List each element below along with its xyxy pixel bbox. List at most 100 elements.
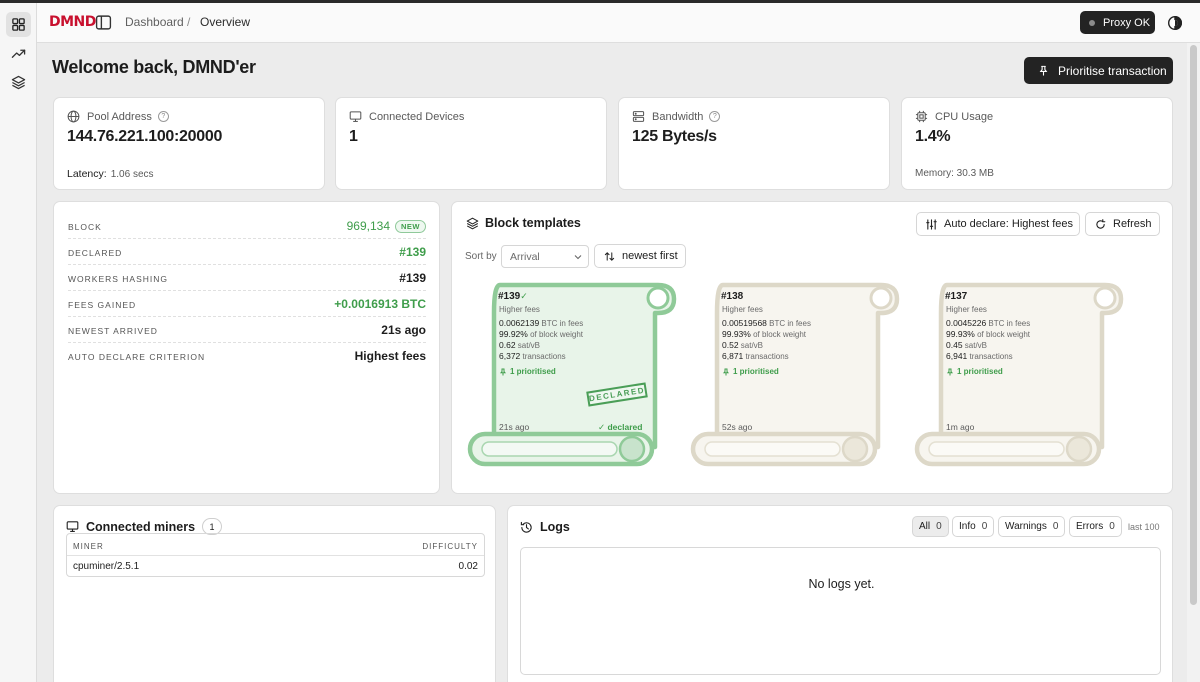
- txs-number: 6,871: [722, 351, 744, 361]
- prioritised-count: 1 prioritised: [499, 367, 556, 376]
- filter-warnings[interactable]: Warnings 0: [998, 516, 1066, 537]
- sort-select-value: Arrival: [510, 250, 540, 263]
- log-limit-label: last 100: [1128, 522, 1160, 532]
- miners-table-header: MINER DIFFICULTY: [67, 534, 484, 556]
- bandwidth-value: 125 Bytes/s: [632, 128, 717, 145]
- cpu-usage-label: CPU Usage: [935, 110, 994, 123]
- pool-address-card: Pool Address ? 144.76.221.100:20000 Late…: [53, 97, 325, 190]
- cpu-usage-value: 1.4%: [915, 128, 951, 145]
- connected-miners-card: Connected miners 1 MINER DIFFICULTY cpum…: [53, 505, 496, 682]
- block-templates-card: Block templates Auto declare: Highest fe…: [451, 201, 1173, 494]
- bandwidth-label: Bandwidth: [652, 110, 704, 123]
- prioritised-label: 1 prioritised: [733, 367, 779, 376]
- bandwidth-card: Bandwidth ? 125 Bytes/s: [618, 97, 890, 190]
- auto-declare-label: Auto declare: Highest fees: [944, 218, 1074, 230]
- prioritise-transaction-button[interactable]: Prioritise transaction: [1024, 57, 1173, 84]
- template-weight: 99.92% of block weight: [499, 329, 583, 339]
- breadcrumb-current: Overview: [200, 15, 251, 29]
- connected-devices-card: Connected Devices 1: [335, 97, 607, 190]
- globe-icon: [67, 110, 80, 123]
- block-templates-label: Block templates: [485, 216, 581, 230]
- template-id: #139✓: [498, 291, 528, 302]
- rate-number: 0.52: [722, 340, 739, 350]
- weight-number: 99.93%: [946, 329, 975, 339]
- sidebar-item-dashboard[interactable]: [6, 12, 31, 37]
- latency-label: Latency:: [67, 168, 107, 180]
- breadcrumb-dashboard[interactable]: Dashboard: [125, 15, 184, 29]
- help-icon[interactable]: ?: [157, 111, 169, 122]
- sort-select[interactable]: Arrival: [501, 245, 589, 268]
- filter-count: 0: [1052, 521, 1059, 532]
- connected-devices-header: Connected Devices: [349, 110, 464, 123]
- sidebar-item-templates[interactable]: [6, 70, 31, 95]
- weight-number: 99.92%: [499, 329, 528, 339]
- workers-label: WORKERS HASHING: [68, 274, 169, 284]
- template-card-139[interactable]: #139✓ Higher fees 0.0062139 BTC in fees …: [467, 282, 677, 472]
- auto-declare-button[interactable]: Auto declare: Highest fees: [916, 212, 1080, 236]
- fees-unit: BTC in fees: [988, 319, 1031, 328]
- logs-card: Logs All 0 Info 0 Warnings 0 Errors 0 last 1…: [507, 505, 1173, 682]
- pin-icon: [722, 368, 730, 375]
- proxy-status-label: Proxy OK: [1103, 16, 1151, 29]
- pin-icon: [946, 368, 954, 375]
- declared-value: #139: [399, 245, 426, 259]
- filter-count: 0: [1109, 521, 1115, 532]
- filter-errors[interactable]: Errors 0: [1069, 516, 1122, 537]
- cpu-usage-header: CPU Usage: [915, 110, 993, 123]
- trending-up-icon: [11, 49, 26, 58]
- template-rate: 0.52 sat/vB: [722, 340, 763, 350]
- weight-number: 99.93%: [722, 329, 751, 339]
- server-icon: [632, 111, 645, 122]
- template-txs: 6,871 transactions: [722, 351, 789, 361]
- template-age: 1m ago: [946, 422, 975, 432]
- page-scrollbar[interactable]: [1187, 43, 1200, 682]
- proxy-status-badge[interactable]: Proxy OK: [1080, 11, 1155, 34]
- bandwidth-header: Bandwidth ?: [632, 110, 721, 123]
- log-viewer[interactable]: No logs yet.: [520, 547, 1161, 675]
- template-card-137[interactable]: #137 Higher fees 0.0045226 BTC in fees 9…: [914, 282, 1124, 472]
- rate-unit: sat/vB: [740, 341, 764, 350]
- history-icon: [520, 521, 532, 533]
- scrollbar-thumb[interactable]: [1190, 45, 1197, 605]
- check-icon: ✓: [520, 291, 528, 301]
- prioritise-label: Prioritise transaction: [1058, 63, 1167, 78]
- filter-count: 0: [936, 521, 942, 532]
- criterion-label: AUTO DECLARE CRITERION: [68, 352, 206, 362]
- block-info-card: BLOCK 969,134 NEW DECLARED #139 WORKERS H…: [53, 201, 440, 494]
- fees-unit: BTC in fees: [769, 319, 811, 328]
- template-age: 21s ago: [499, 422, 530, 432]
- filter-label: All: [919, 521, 931, 532]
- fees-row: FEES GAINED +0.0016913 BTC: [68, 291, 426, 317]
- theme-toggle-icon[interactable]: [1167, 15, 1183, 31]
- template-card-138[interactable]: #138 Higher fees 0.00519568 BTC in fees …: [690, 282, 900, 472]
- table-row[interactable]: cpuminer/2.5.1 0.02: [67, 556, 484, 576]
- sliders-icon: [926, 218, 937, 230]
- prioritised-label: 1 prioritised: [510, 367, 556, 376]
- refresh-button[interactable]: Refresh: [1085, 212, 1160, 236]
- sidebar-toggle-icon[interactable]: [95, 14, 112, 31]
- help-icon[interactable]: ?: [709, 111, 721, 122]
- app-logo[interactable]: DMND: [49, 14, 96, 30]
- txs-number: 6,941: [946, 351, 968, 361]
- template-rate: 0.62 sat/vB: [499, 340, 540, 350]
- connected-miners-label: Connected miners: [86, 519, 196, 534]
- block-label: BLOCK: [68, 222, 102, 232]
- filter-info[interactable]: Info 0: [952, 516, 995, 537]
- sidebar-item-trends[interactable]: [6, 41, 31, 66]
- refresh-icon: [1096, 218, 1106, 229]
- layers-icon: [11, 75, 26, 90]
- sort-order-button[interactable]: newest first: [594, 244, 686, 268]
- fees-label: FEES GAINED: [68, 300, 137, 310]
- filter-all[interactable]: All 0: [912, 516, 949, 537]
- filter-label: Warnings: [1005, 521, 1047, 532]
- workers-value: #139: [399, 271, 426, 285]
- criterion-value: Highest fees: [354, 349, 426, 363]
- breadcrumb-separator: /: [187, 15, 191, 29]
- declared-row: DECLARED #139: [68, 239, 426, 265]
- weight-unit: of block weight: [753, 330, 806, 339]
- logs-label: Logs: [540, 520, 570, 534]
- weight-unit: of block weight: [977, 330, 1030, 339]
- refresh-label: Refresh: [1113, 218, 1152, 230]
- monitor-icon: [349, 111, 362, 122]
- rate-number: 0.62: [499, 340, 516, 350]
